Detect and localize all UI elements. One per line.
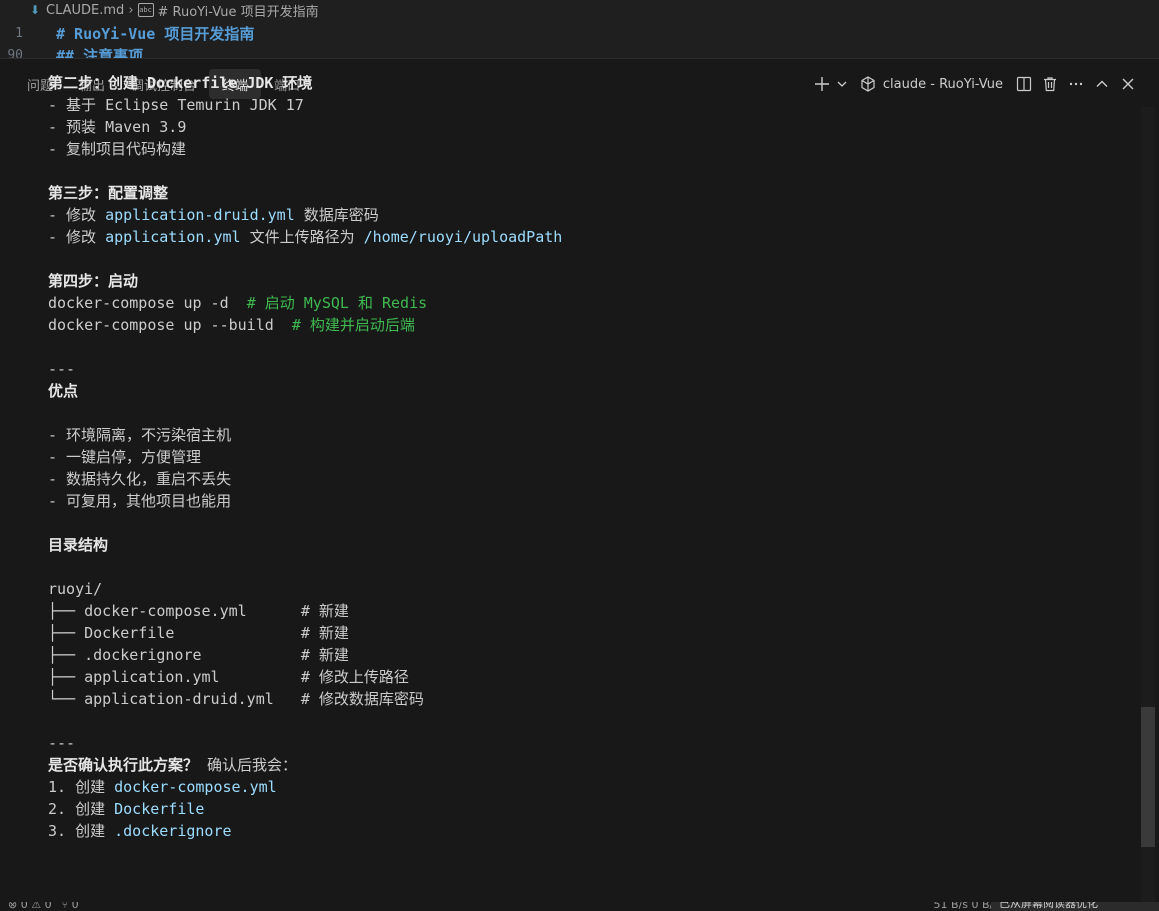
- terminal-scrollbar[interactable]: [1141, 107, 1155, 911]
- step2-title: 第二步：创建 Dockerfile JDK 环境: [48, 74, 313, 92]
- step4-title: 第四步：启动: [48, 272, 139, 290]
- tree-row: └── application-druid.yml # 修改数据库密码: [48, 690, 424, 708]
- list-item: 3. 创建 .dockerignore: [48, 820, 1128, 842]
- inline-code: .dockerignore: [114, 822, 232, 840]
- breadcrumb-file[interactable]: CLAUDE.md: [46, 3, 124, 18]
- code-line[interactable]: 1 # RuoYi-Vue 项目开发指南: [0, 22, 1159, 44]
- tree-root: ruoyi/: [48, 580, 103, 598]
- line-number: 90: [7, 47, 23, 59]
- ports-status[interactable]: ⑂ 0: [62, 902, 79, 911]
- code-text: # RuoYi-Vue 项目开发指南: [56, 24, 255, 43]
- editor-peek: ⬇ CLAUDE.md › abc # RuoYi-Vue 项目开发指南 1 #…: [0, 0, 1159, 58]
- symbol-string-icon: abc: [137, 3, 154, 17]
- screen-reader-notice[interactable]: 已从屏幕阅读器优化: [991, 902, 1159, 911]
- list-item: - 一键启停，方便管理: [48, 448, 202, 466]
- line-number: 1: [15, 25, 23, 41]
- inline-code: application.yml: [105, 228, 241, 246]
- tree-row: ├── Dockerfile # 新建: [48, 624, 349, 642]
- inline-code: application-druid.yml: [105, 206, 295, 224]
- list-item: - 数据持久化，重启不丢失: [48, 470, 232, 488]
- text: 1. 创建: [48, 778, 115, 796]
- chevron-right-icon: ›: [128, 2, 134, 18]
- markdown-file-icon: ⬇: [30, 3, 41, 17]
- list-item: - 可复用，其他项目也能用: [48, 492, 232, 510]
- command: docker-compose up -d: [48, 294, 247, 312]
- list-item: - 预装 Maven 3.9: [48, 118, 187, 136]
- code-line[interactable]: 90 ## 注意事项: [0, 44, 1159, 59]
- code-text: ## 注意事项: [56, 46, 144, 59]
- list-item: - 复制项目代码构建: [48, 140, 187, 158]
- text: 确认后我会：: [198, 756, 298, 774]
- status-left: ⊗ 0 ⚠ 0 ⑂ 0: [8, 902, 79, 911]
- list-item: - 基于 Eclipse Temurin JDK 17: [48, 96, 304, 114]
- text: 3. 创建: [48, 822, 115, 840]
- advantages-title: 优点: [48, 382, 79, 400]
- text: 数据库密码: [294, 206, 379, 224]
- command-line: docker-compose up --build # 构建并启动后端: [48, 314, 1128, 336]
- text: 2. 创建: [48, 800, 115, 818]
- text: - 修改: [48, 206, 106, 224]
- list-item: - 环境隔离，不污染宿主机: [48, 426, 232, 444]
- confirm-question: 是否确认执行此方案？: [48, 756, 199, 774]
- scrollbar-thumb[interactable]: [1141, 707, 1155, 847]
- breadcrumb: ⬇ CLAUDE.md › abc # RuoYi-Vue 项目开发指南: [0, 0, 1159, 20]
- status-bar: ⊗ 0 ⚠ 0 ⑂ 0 51 B/s 0 B/s 已从屏幕阅读器优化: [0, 902, 1159, 911]
- terminal-output[interactable]: 第二步：创建 Dockerfile JDK 环境 - 基于 Eclipse Te…: [48, 72, 1128, 842]
- divider: ---: [48, 734, 76, 752]
- list-item: - 修改 application-druid.yml 数据库密码: [48, 204, 1128, 226]
- divider: ---: [48, 360, 76, 378]
- text: - 修改: [48, 228, 106, 246]
- step3-title: 第三步：配置调整: [48, 184, 169, 202]
- tree-title: 目录结构: [48, 536, 109, 554]
- problems-status[interactable]: ⊗ 0 ⚠ 0: [8, 902, 52, 911]
- inline-code: Dockerfile: [114, 800, 205, 818]
- command: docker-compose up --build: [48, 316, 292, 334]
- tree-row: ├── .dockerignore # 新建: [48, 646, 349, 664]
- breadcrumb-symbol[interactable]: # RuoYi-Vue 项目开发指南: [158, 1, 319, 20]
- command-line: docker-compose up -d # 启动 MySQL 和 Redis: [48, 292, 1128, 314]
- tree-row: ├── application.yml # 修改上传路径: [48, 668, 409, 686]
- list-item: - 修改 application.yml 文件上传路径为 /home/ruoyi…: [48, 226, 1128, 248]
- text: 文件上传路径为: [240, 228, 364, 246]
- confirm-line: 是否确认执行此方案？ 确认后我会：: [48, 754, 1128, 776]
- tree-row: ├── docker-compose.yml # 新建: [48, 602, 349, 620]
- network-status: 51 B/s 0 B/s: [933, 902, 999, 911]
- comment: # 构建并启动后端: [291, 316, 415, 334]
- list-item: 1. 创建 docker-compose.yml: [48, 776, 1128, 798]
- list-item: 2. 创建 Dockerfile: [48, 798, 1128, 820]
- comment: # 启动 MySQL 和 Redis: [246, 294, 428, 312]
- inline-code: docker-compose.yml: [114, 778, 277, 796]
- inline-code: /home/ruoyi/uploadPath: [363, 228, 563, 246]
